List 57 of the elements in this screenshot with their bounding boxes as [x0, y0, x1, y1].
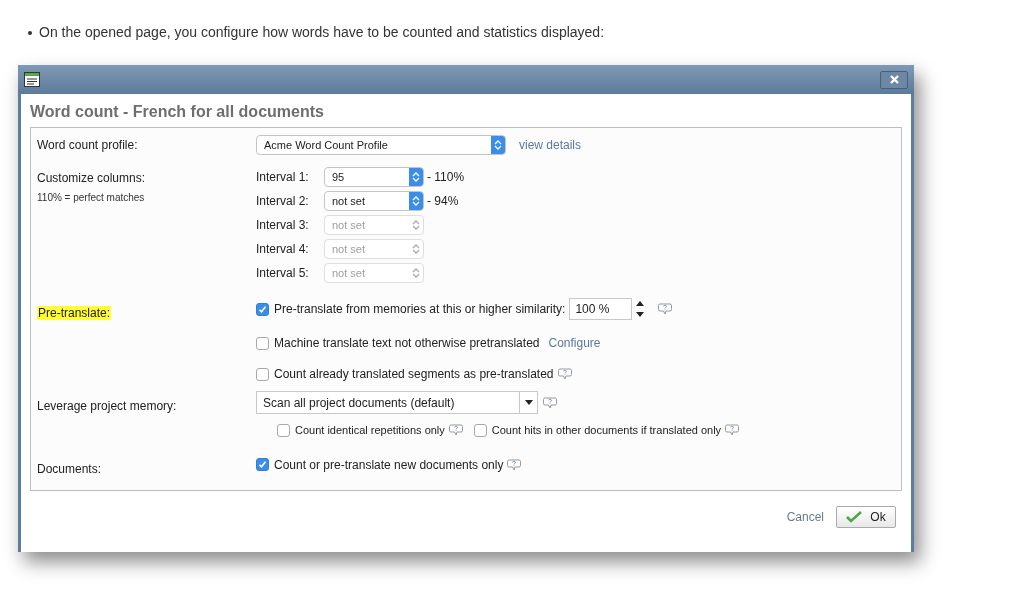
interval-label: Interval 1: [256, 169, 310, 186]
help-icon[interactable] [448, 424, 463, 437]
field-label: Customize columns: [37, 170, 147, 186]
up-down-arrows-icon [412, 243, 420, 255]
close-icon [888, 74, 900, 85]
field-label: Documents: [37, 461, 102, 476]
option-label: Count already translated segments as pre-translated [274, 366, 554, 383]
help-icon[interactable] [507, 458, 522, 471]
similarity-field[interactable]: 100 % [569, 298, 633, 320]
cancel-link[interactable]: Cancel [786, 507, 824, 526]
profile-dropdown[interactable]: Acme Word Count Profile [256, 135, 506, 155]
checkbox[interactable] [473, 423, 487, 437]
field-label: Leverage project memory: [37, 399, 177, 413]
checkbox[interactable] [256, 458, 269, 471]
bullet-icon [28, 30, 32, 35]
interval-range: - 110% [427, 169, 465, 186]
up-down-arrows-icon [494, 139, 502, 151]
check-icon [258, 460, 267, 469]
checkbox[interactable] [277, 423, 290, 437]
option-label: Count or pre-translate new documents only [274, 456, 504, 474]
up-down-arrows-icon [412, 171, 420, 183]
option-label: Count identical repetitions only [295, 423, 445, 438]
dialog-heading: Word count - French for all documents [30, 102, 325, 122]
help-icon[interactable] [543, 396, 557, 409]
up-down-arrows-icon [412, 195, 420, 207]
interval-dropdown[interactable]: 95 [324, 167, 424, 187]
spinner-arrows-icon[interactable] [636, 300, 645, 318]
help-icon[interactable] [557, 368, 572, 380]
interval-label: Interval 2: [256, 193, 310, 210]
help-icon[interactable] [658, 303, 673, 315]
option-label: Pre-translate from memories at this or higher similarity: [274, 301, 566, 318]
configure-link[interactable]: Configure [548, 334, 601, 352]
checkmark-icon [846, 510, 863, 523]
option-label: Count hits in other documents if translated only [491, 423, 722, 438]
check-icon [258, 304, 267, 314]
option-label: Machine translate text not otherwise pretranslated [274, 335, 540, 352]
close-button[interactable] [880, 70, 908, 89]
checkbox[interactable] [256, 302, 269, 316]
checkbox[interactable] [256, 336, 269, 350]
view-details-link[interactable]: view details [519, 136, 582, 154]
checkbox[interactable] [256, 367, 269, 381]
field-label: Pre-translate: [37, 306, 112, 320]
memory-dropdown[interactable]: Scan all project documents (default) [256, 391, 538, 414]
interval-label: Interval 4: [256, 241, 310, 258]
intro-text: On the opened page, you configure how words have to be counted and statistics displayed: [39, 23, 605, 42]
hint-text: 110% = perfect matches [37, 191, 146, 205]
up-down-arrows-icon [412, 219, 420, 231]
field-label: Word count profile: [37, 137, 138, 154]
interval-dropdown[interactable]: not set [324, 191, 424, 211]
window-icon [24, 72, 40, 87]
interval-label: Interval 5: [256, 265, 310, 282]
interval-label: Interval 3: [256, 217, 310, 234]
up-down-arrows-icon [412, 267, 420, 279]
interval-range: - 94% [427, 193, 459, 210]
help-icon[interactable] [725, 424, 740, 437]
caret-icon [524, 400, 533, 405]
ok-button[interactable]: Ok [836, 505, 896, 528]
